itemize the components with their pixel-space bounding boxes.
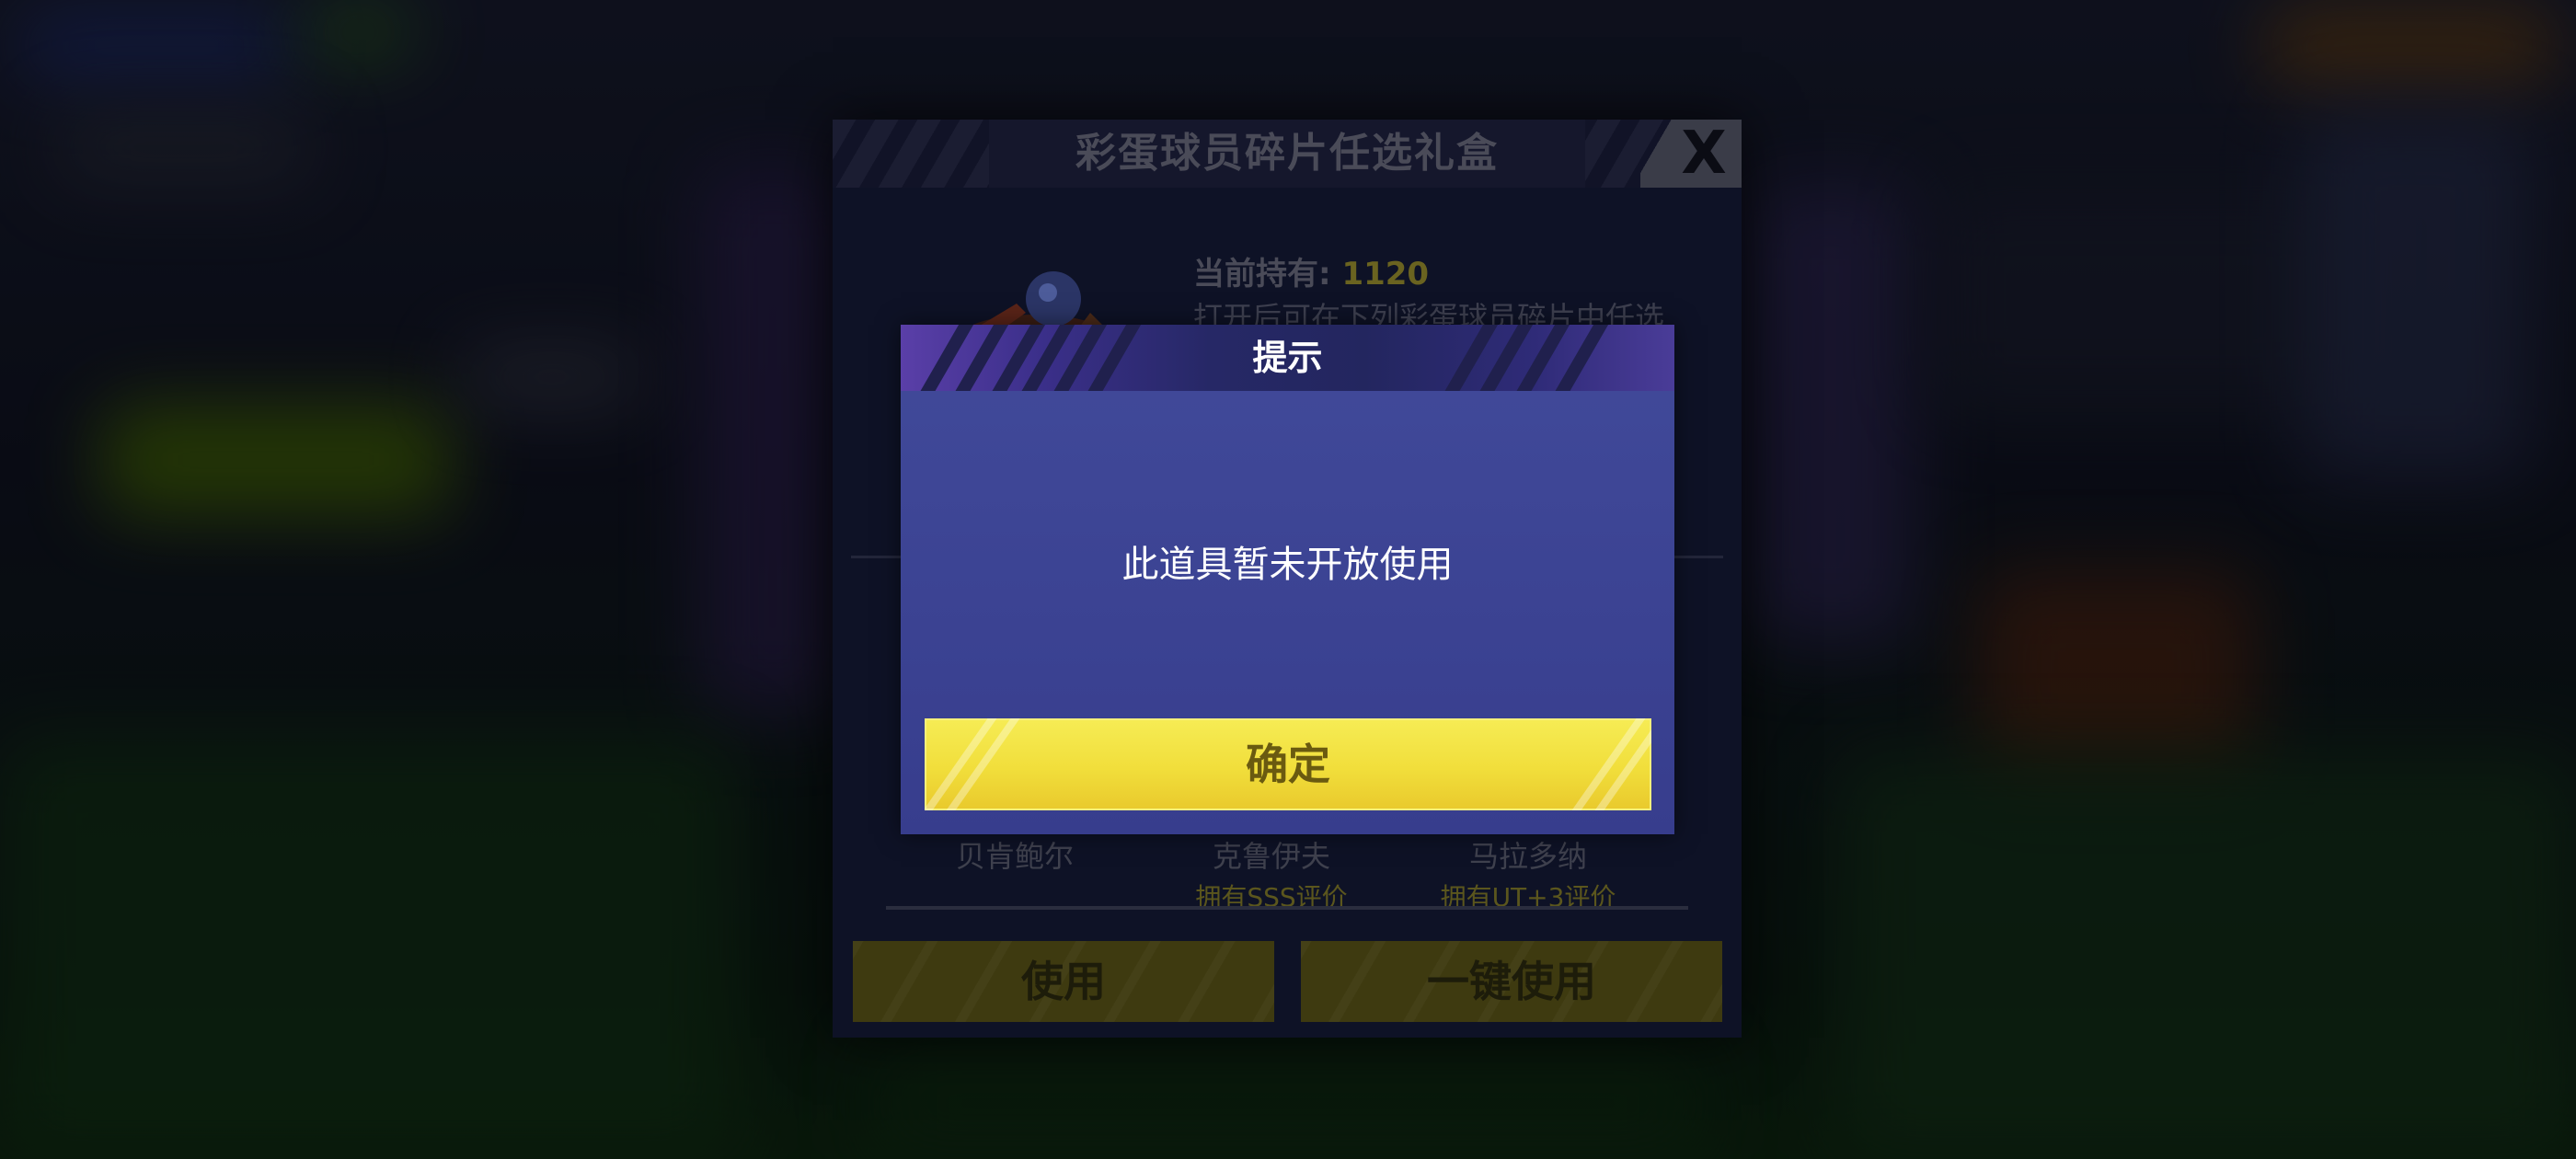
use-all-button[interactable]: 一键使用	[1301, 941, 1722, 1022]
notice-dialog: 提示 此道具暂未开放使用 确定	[901, 325, 1674, 834]
player-option-3[interactable]: 马拉多纳 拥有UT+3评价	[1409, 833, 1648, 914]
close-icon: X	[1681, 120, 1727, 188]
player-name: 马拉多纳	[1468, 839, 1587, 874]
notice-dialog-title: 提示	[1252, 338, 1323, 378]
gift-box-title: 彩蛋球员碎片任选礼盒	[1075, 130, 1499, 177]
player-name: 贝肯鲍尔	[955, 839, 1074, 874]
notice-dialog-header: 提示	[901, 325, 1674, 391]
player-option-2[interactable]: 克鲁伊夫 拥有SSS评价	[1152, 833, 1391, 914]
gift-box-header: 彩蛋球员碎片任选礼盒 X	[833, 120, 1742, 188]
confirm-button[interactable]: 确定	[925, 718, 1651, 810]
divider	[886, 906, 1688, 910]
confirm-button-label: 确定	[1246, 740, 1330, 789]
holding-count-row: 当前持有: 1120	[1193, 248, 1429, 293]
use-button[interactable]: 使用	[853, 941, 1274, 1022]
player-option-1[interactable]: 贝肯鲍尔	[895, 833, 1134, 878]
close-button[interactable]: X	[1640, 120, 1742, 188]
holding-label: 当前持有:	[1193, 256, 1331, 293]
player-name: 克鲁伊夫	[1212, 839, 1330, 874]
notice-message: 此道具暂未开放使用	[1121, 544, 1454, 586]
holding-count: 1120	[1341, 256, 1430, 293]
